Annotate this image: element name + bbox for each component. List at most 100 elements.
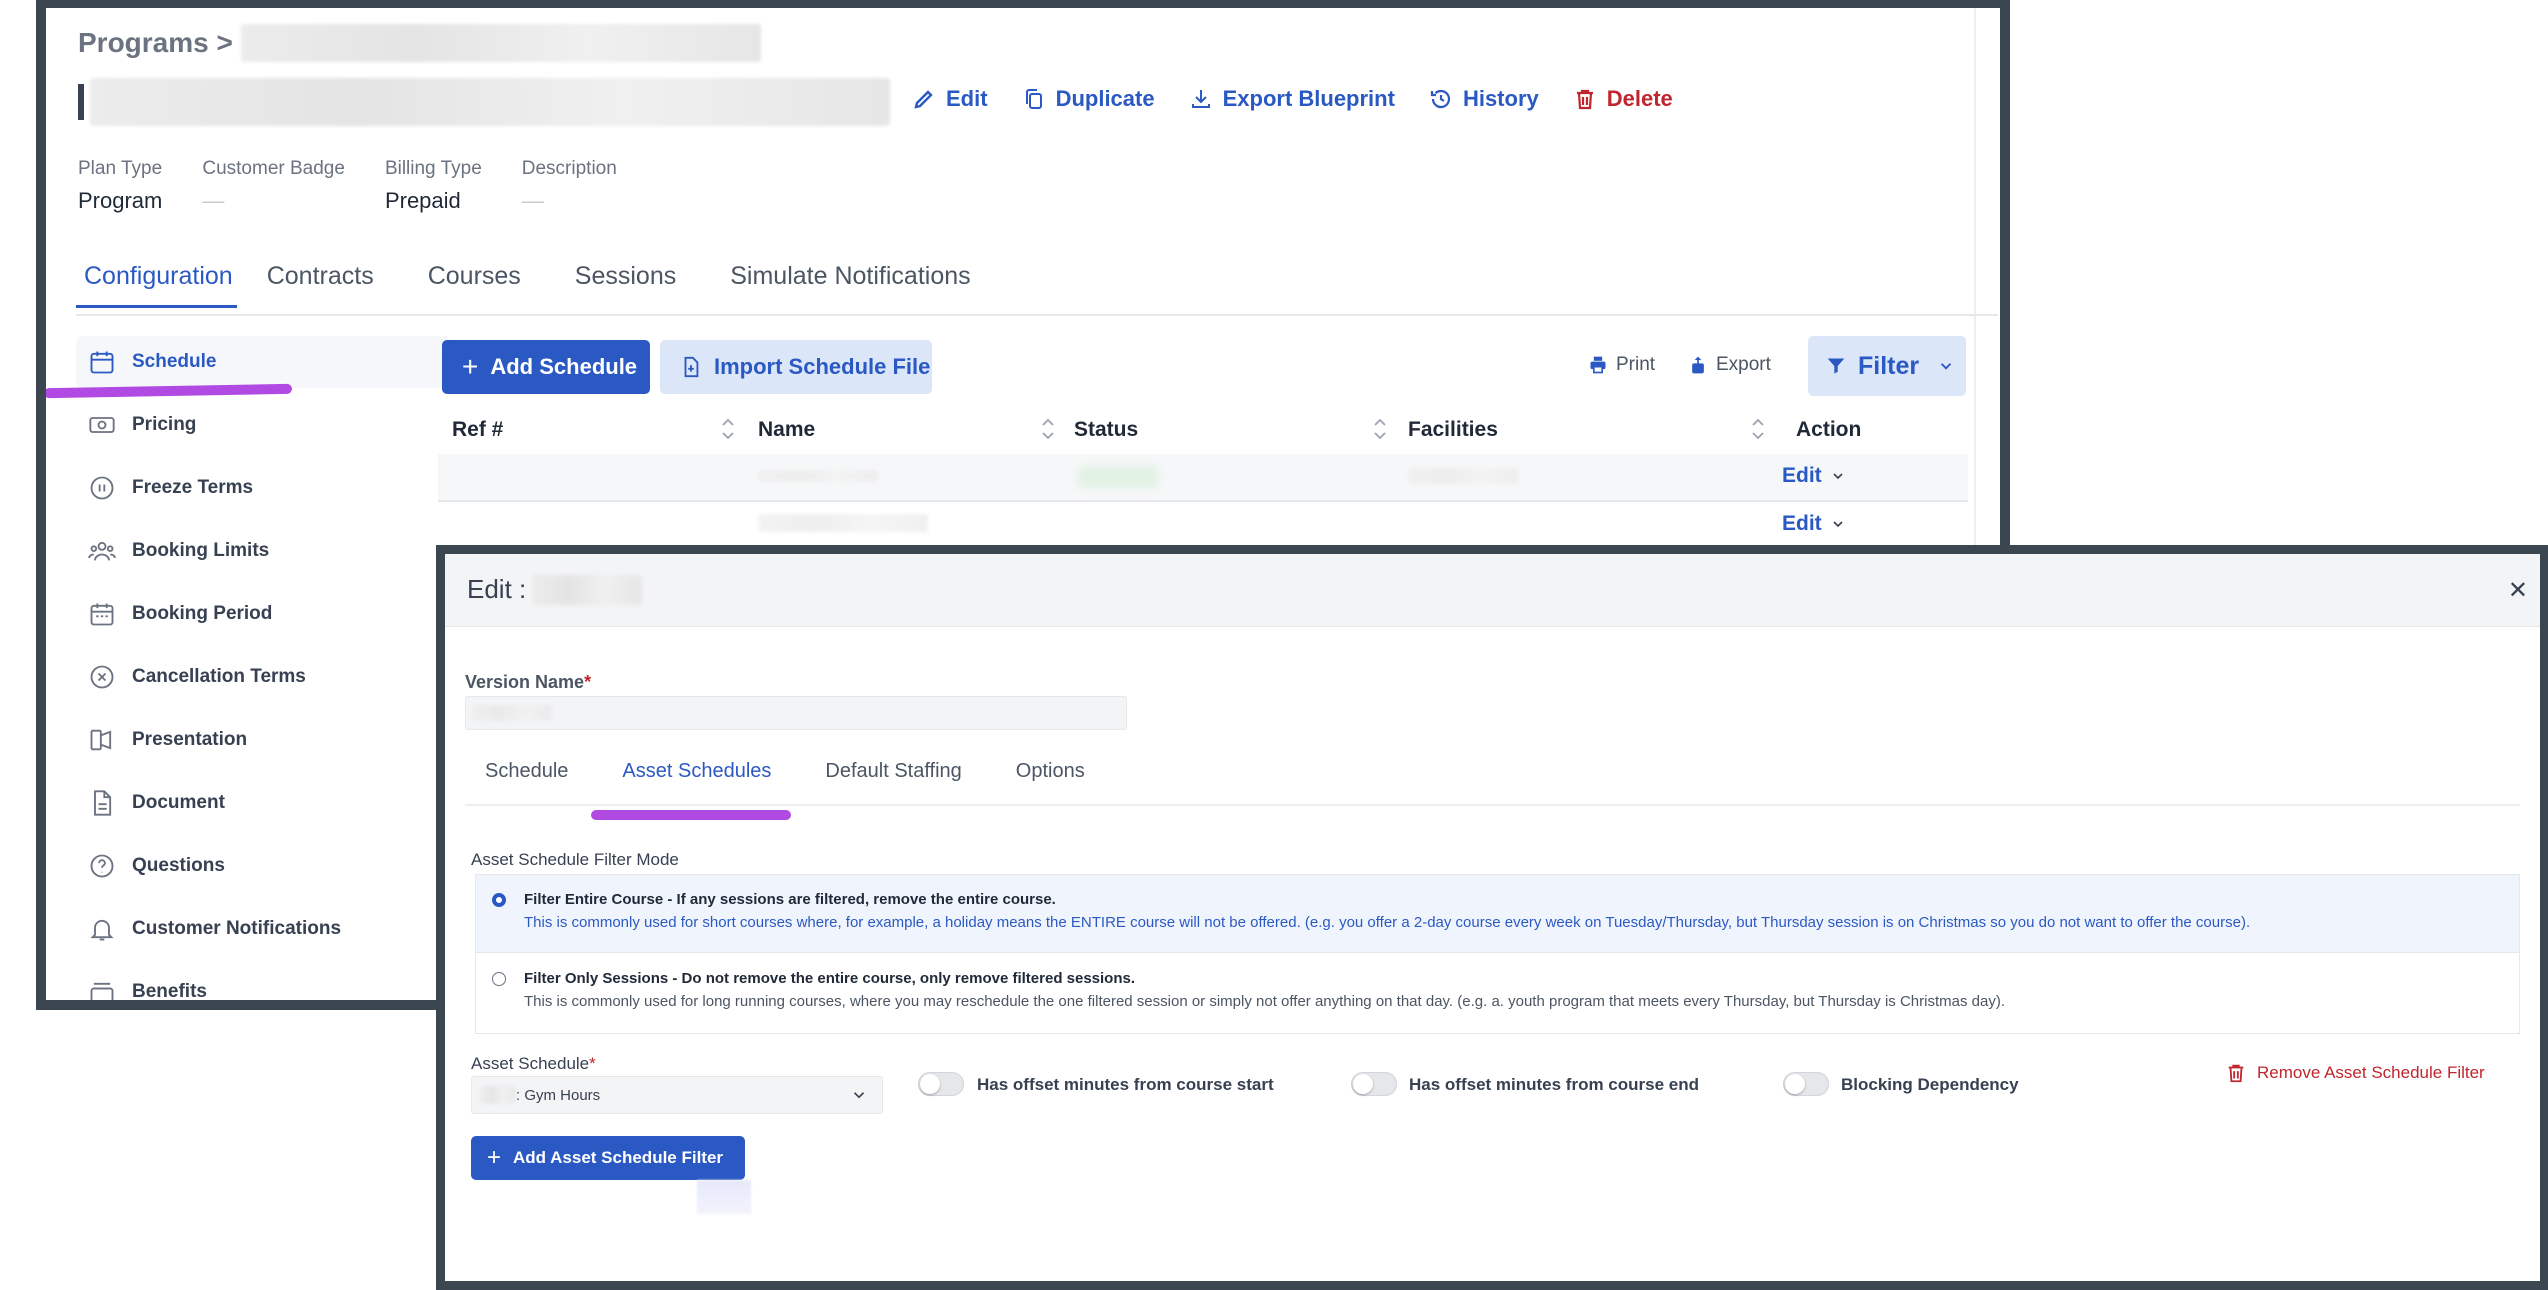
sort-icon[interactable] [1372,414,1388,444]
export-icon [1692,356,1704,374]
column-ref[interactable]: Ref # [452,418,503,442]
meta-customer-badge: Customer Badge — [202,158,345,214]
column-status[interactable]: Status [1074,418,1138,442]
print-button[interactable]: Print [1588,354,1655,376]
tab-asset-schedules[interactable]: Asset Schedules [602,754,791,798]
column-label: Status [1074,418,1139,441]
edit-button[interactable]: Edit [912,86,988,112]
add-schedule-button[interactable]: + Add Schedule [442,340,650,394]
modal-header: Edit : ✕ [445,554,2540,627]
import-schedule-file-button[interactable]: Import Schedule File [660,340,932,394]
duplicate-button[interactable]: Duplicate [1022,86,1155,112]
breadcrumb-programs-link[interactable]: Programs > [78,27,233,59]
sidebar-item-pricing[interactable]: Pricing [76,399,450,451]
required-mark: * [589,1054,596,1073]
filter-label: Filter [1858,351,1920,380]
meta-key: Plan Type [78,158,163,179]
asset-schedule-redacted [480,1086,516,1104]
meta-value: — [521,188,544,213]
radio-button[interactable] [492,972,506,986]
tab-courses[interactable]: Courses [422,258,545,308]
sidebar-item-document[interactable]: Document [76,777,450,829]
option-title: Filter Only Sessions - Do not remove the… [524,970,1136,987]
sidebar-item-customer-notifications[interactable]: Customer Notifications [76,903,450,955]
delete-button[interactable]: Delete [1573,86,1673,112]
filter-button[interactable]: Filter [1808,336,1966,396]
sort-icon[interactable] [1750,414,1766,444]
sidebar-item-questions[interactable]: Questions [76,840,450,892]
funnel-icon [1827,358,1845,374]
sidebar-item-label: Booking Period [132,603,273,624]
meta-key: Description [521,158,617,179]
sidebar-item-label: Freeze Terms [132,477,254,498]
close-icon[interactable]: ✕ [2508,576,2528,605]
page-title [78,78,890,126]
asset-schedule-value: : Gym Hours [516,1086,601,1104]
tab-default-staffing[interactable]: Default Staffing [805,754,981,798]
row-edit-button[interactable]: Edit [1782,464,1846,488]
sidebar-item-booking-limits[interactable]: Booking Limits [76,525,450,577]
remove-filter-label: Remove Asset Schedule Filter [2257,1063,2485,1082]
version-name-input[interactable] [465,696,1127,730]
plus-icon: + [487,1144,502,1171]
sidebar-item-presentation[interactable]: Presentation [76,714,450,766]
tab-configuration[interactable]: Configuration [76,258,237,308]
blocking-dependency-toggle[interactable] [1783,1072,1829,1096]
bell-icon [90,919,114,941]
column-name[interactable]: Name [758,418,815,442]
row-edit-button[interactable]: Edit [1782,512,1846,536]
chevron-down-icon [853,1092,865,1099]
modal-title: Edit : [467,574,643,605]
history-button[interactable]: History [1429,86,1539,112]
breadcrumb: Programs > [78,24,761,62]
configuration-sidebar: Schedule Pricing Freeze Terms Booking Li… [76,336,450,1000]
asset-schedule-select[interactable]: : Gym Hours [471,1076,883,1114]
export-blueprint-button[interactable]: Export Blueprint [1189,86,1395,112]
filter-entire-course-option[interactable]: Filter Entire Course - If any sessions a… [476,875,2519,953]
add-filter-label: Add Asset Schedule Filter [513,1148,724,1167]
column-facilities[interactable]: Facilities [1408,418,1498,442]
sidebar-item-freeze-terms[interactable]: Freeze Terms [76,462,450,514]
history-button-label: History [1462,86,1539,111]
filter-only-sessions-option[interactable]: Filter Only Sessions - Do not remove the… [476,954,2519,1034]
offset-course-start-toggle[interactable] [918,1072,964,1096]
edit-schedule-modal: Edit : ✕ Version Name * Schedule Asset Sc… [436,545,2548,1290]
tab-simulate-notifications[interactable]: Simulate Notifications [724,258,994,308]
column-label: Facilities [1408,418,1498,441]
document-icon [94,790,112,816]
table-row[interactable]: Edit [438,454,1968,502]
offset-course-end-toggle[interactable] [1351,1072,1397,1096]
row-edit-label: Edit [1782,512,1822,535]
option-description: This is commonly used for short courses … [524,914,2251,931]
tab-options[interactable]: Options [996,754,1105,798]
version-name-label-text: Version Name [465,672,585,692]
option-description: This is commonly used for long running c… [524,993,2006,1010]
sidebar-item-cancellation-terms[interactable]: Cancellation Terms [76,651,450,703]
sidebar-item-schedule[interactable]: Schedule [76,336,450,388]
radio-button-selected[interactable] [492,893,506,907]
sidebar-item-benefits[interactable]: Benefits [76,966,450,1000]
import-schedule-file-label: Import Schedule File [714,354,931,379]
filter-mode-options: Filter Entire Course - If any sessions a… [475,874,2520,1034]
sort-icon[interactable] [1040,414,1056,444]
calendar-range-icon [90,603,114,626]
redacted-cell [1408,468,1518,484]
add-asset-schedule-filter-button[interactable]: + Add Asset Schedule Filter [471,1136,745,1180]
remove-asset-schedule-filter-button[interactable]: Remove Asset Schedule Filter [2225,1062,2485,1084]
meta-description: Description — [522,158,617,214]
plus-icon: + [462,351,479,382]
export-label: Export [1716,354,1771,375]
tab-contracts[interactable]: Contracts [261,258,398,308]
calendar-icon [90,351,114,374]
table-row[interactable]: Edit [438,502,1968,550]
delete-button-label: Delete [1606,86,1673,111]
sidebar-item-booking-period[interactable]: Booking Period [76,588,450,640]
tab-sessions[interactable]: Sessions [569,258,700,308]
export-blueprint-button-label: Export Blueprint [1222,86,1395,111]
sort-icon[interactable] [720,414,736,444]
history-clock-icon [1430,89,1451,109]
sidebar-item-label: Questions [132,855,225,876]
export-button[interactable]: Export [1688,354,1771,376]
sidebar-item-label: Customer Notifications [132,918,342,939]
tab-schedule[interactable]: Schedule [465,754,588,798]
